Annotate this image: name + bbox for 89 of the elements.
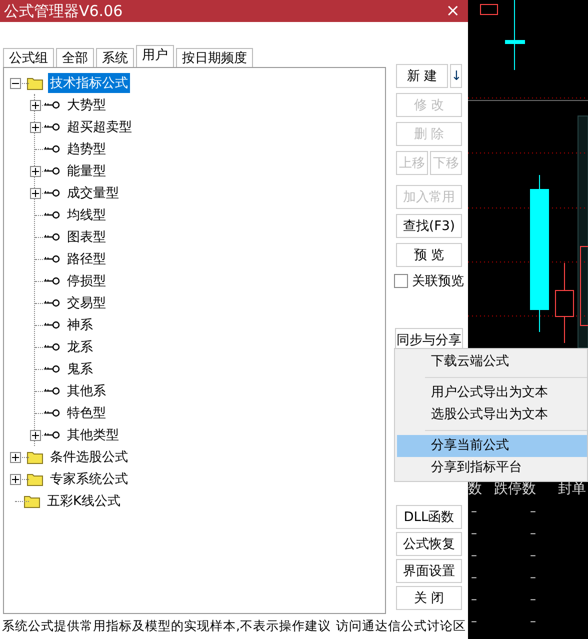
folder-icon: [27, 76, 43, 90]
window-title: 公式管理器V6.06: [4, 2, 123, 20]
tree-item[interactable]: 停损型: [65, 271, 108, 291]
forum-link[interactable]: 访问通达信公式讨论区: [336, 618, 466, 635]
expand-icon[interactable]: [30, 166, 41, 176]
tree-item[interactable]: 图表型: [65, 227, 108, 247]
key-icon: [44, 299, 60, 307]
expand-icon[interactable]: [30, 188, 41, 198]
menu-item[interactable]: 用户公式导出为文本: [397, 382, 587, 404]
new-button[interactable]: 新 建: [396, 64, 448, 88]
close-button[interactable]: ×: [442, 1, 464, 21]
candle: [505, 0, 525, 70]
table-cell: –: [471, 570, 477, 584]
tree-item[interactable]: 鬼系: [65, 359, 95, 379]
candle: [480, 4, 498, 15]
tab[interactable]: 用户: [136, 45, 174, 67]
table-cell: –: [530, 548, 536, 562]
table-cell: –: [530, 592, 536, 606]
tree-item[interactable]: 能量型: [65, 161, 108, 181]
menu-item[interactable]: 选股公式导出为文本: [397, 404, 587, 426]
table-cell: –: [530, 570, 536, 584]
tree-item[interactable]: 均线型: [65, 205, 108, 225]
expand-icon[interactable]: [30, 122, 41, 132]
find-button[interactable]: 查找(F3): [396, 214, 462, 238]
key-icon: [44, 409, 60, 417]
key-icon: [44, 167, 60, 175]
table-cell: –: [471, 548, 477, 562]
table-cell: –: [471, 614, 477, 628]
key-icon: [44, 145, 60, 153]
dialog-button[interactable]: DLL函数: [396, 505, 462, 529]
folder-icon: [24, 494, 40, 508]
key-icon: [44, 365, 60, 373]
column-header: 数: [468, 480, 482, 498]
table-cell: –: [471, 504, 477, 518]
menu-item[interactable]: 分享到指标平台: [397, 457, 587, 479]
table-cell: –: [530, 504, 536, 518]
table-cell: –: [471, 592, 477, 606]
key-icon: [44, 189, 60, 197]
expand-icon[interactable]: [10, 452, 21, 462]
tree-item[interactable]: 交易型: [65, 293, 108, 313]
expand-icon[interactable]: [10, 474, 21, 484]
column-header: 跌停数: [494, 480, 536, 498]
tab[interactable]: 系统: [96, 48, 134, 67]
tree-item[interactable]: 专家系统公式: [48, 469, 130, 489]
tree-item[interactable]: 超买超卖型: [65, 117, 134, 137]
preview-button[interactable]: 预 览: [396, 243, 462, 267]
menu-item[interactable]: 下载云端公式: [397, 351, 587, 373]
tree-item[interactable]: 趋势型: [65, 139, 108, 159]
tree-item[interactable]: 其他系: [65, 381, 108, 401]
tree-item[interactable]: 神系: [65, 315, 95, 335]
key-icon: [44, 387, 60, 395]
tab[interactable]: 按日期频度: [176, 48, 253, 67]
column-header: 封单: [558, 480, 586, 498]
key-icon: [44, 211, 60, 219]
table-cell: –: [530, 614, 536, 628]
tree-item[interactable]: 技术指标公式: [48, 73, 130, 93]
tree-item[interactable]: 条件选股公式: [48, 447, 130, 467]
tree-item[interactable]: 其他类型: [65, 425, 121, 445]
status-text: 系统公式提供常用指标及模型的实现样本,不表示操作建议: [2, 618, 331, 635]
table-cell: –: [530, 526, 536, 540]
expand-icon[interactable]: [30, 430, 41, 440]
folder-icon: [27, 472, 43, 486]
tree-item[interactable]: 五彩K线公式: [45, 491, 123, 511]
key-icon: [44, 233, 60, 241]
folder-icon: [27, 450, 43, 464]
key-icon: [44, 255, 60, 263]
collapse-icon[interactable]: [10, 78, 21, 88]
tab[interactable]: 公式组: [3, 48, 54, 67]
new-menu-button[interactable]: ↓: [450, 64, 462, 88]
key-icon: [44, 123, 60, 131]
expand-icon[interactable]: [30, 100, 41, 110]
tree-item[interactable]: 龙系: [65, 337, 95, 357]
key-icon: [44, 277, 60, 285]
tree-item[interactable]: 成交量型: [65, 183, 121, 203]
key-icon: [44, 431, 60, 439]
tree-item[interactable]: 路径型: [65, 249, 108, 269]
key-icon: [44, 101, 60, 109]
tab[interactable]: 全部: [56, 48, 94, 67]
menu-item[interactable]: 分享当前公式: [397, 435, 587, 457]
tree-item[interactable]: 特色型: [65, 403, 108, 423]
key-icon: [44, 321, 60, 329]
table-cell: –: [471, 526, 477, 540]
dialog-button[interactable]: 界面设置: [396, 559, 462, 583]
key-icon: [44, 343, 60, 351]
checkbox-label: 关联预览: [412, 273, 464, 290]
checkbox[interactable]: [394, 274, 408, 288]
tree-item[interactable]: 大势型: [65, 95, 108, 115]
dialog-button[interactable]: 公式恢复: [396, 532, 462, 556]
dialog-button[interactable]: 关 闭: [396, 586, 462, 610]
